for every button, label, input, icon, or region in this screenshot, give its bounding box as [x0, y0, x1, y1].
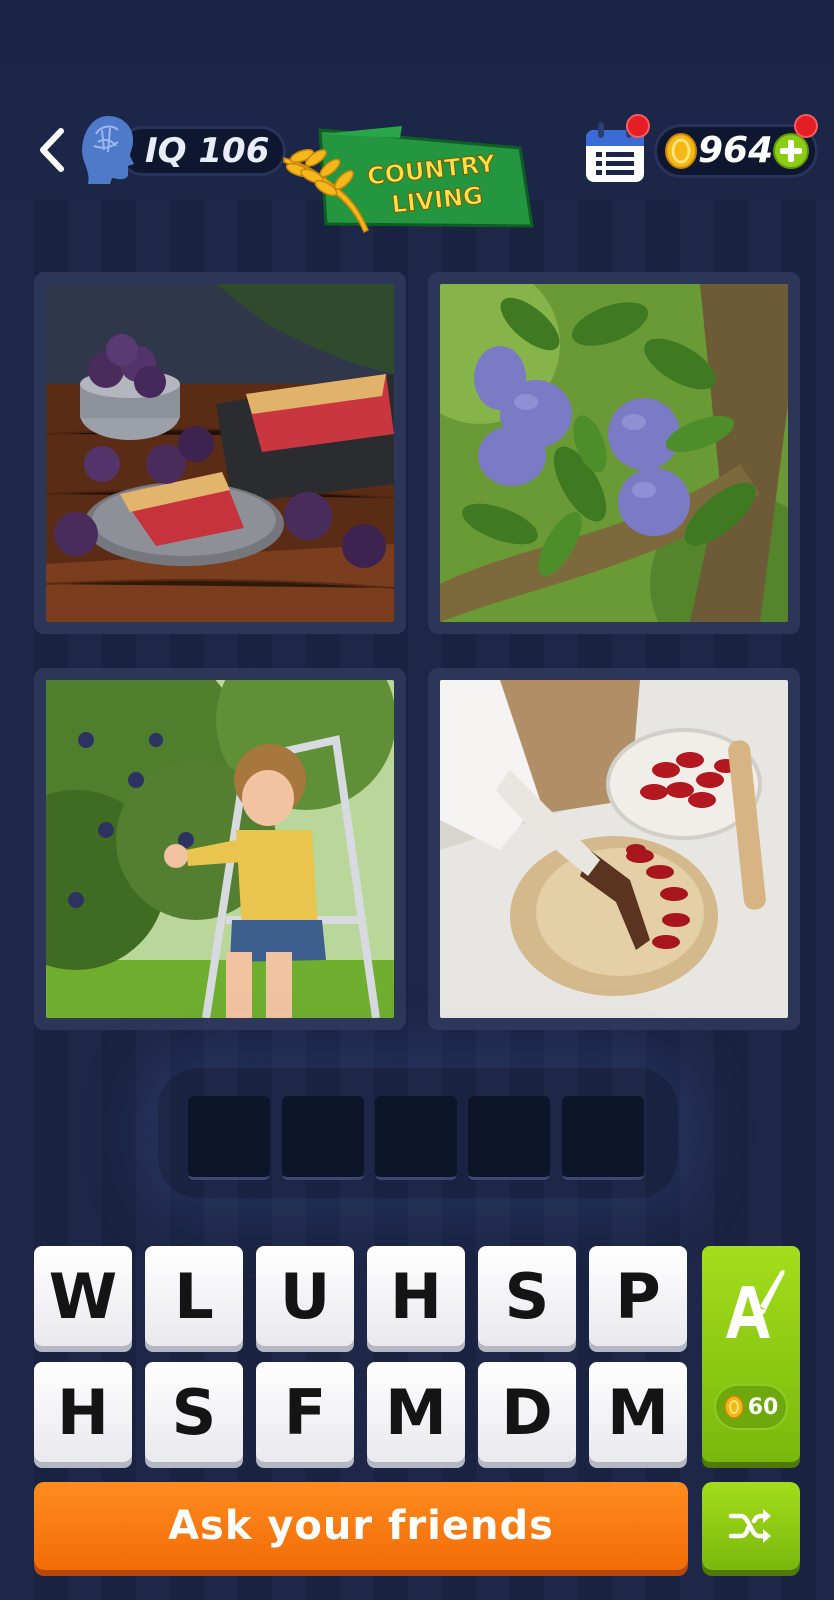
calendar-notification-dot	[626, 114, 650, 138]
coins-notification-dot	[794, 114, 818, 138]
letter-key[interactable]: H	[34, 1362, 132, 1462]
clue-photo-2[interactable]	[428, 272, 800, 634]
letter-key[interactable]: F	[256, 1362, 354, 1462]
letter-key[interactable]: W	[34, 1246, 132, 1346]
plum-pie-prep-image	[440, 680, 788, 1018]
letter-key[interactable]: H	[367, 1246, 465, 1346]
clue-photo-1[interactable]	[34, 272, 406, 634]
shuffle-icon	[728, 1509, 771, 1543]
country-living-banner: COUNTRY LIVING	[283, 126, 534, 234]
letter-key[interactable]: M	[367, 1362, 465, 1462]
iq-badge: IQ 106	[118, 126, 286, 176]
coin-icon	[723, 1395, 744, 1419]
clue-photo-4[interactable]	[428, 668, 800, 1030]
shuffle-button[interactable]	[702, 1482, 800, 1570]
chevron-left-icon	[40, 128, 64, 172]
letter-key[interactable]: S	[478, 1246, 576, 1346]
ask-friends-button[interactable]: Ask your friends	[34, 1482, 688, 1570]
answer-slot[interactable]	[282, 1096, 364, 1180]
brain-head-icon	[82, 116, 134, 184]
letter-key[interactable]: S	[145, 1362, 243, 1462]
plums-on-tree-image	[440, 284, 788, 622]
letter-key[interactable]: M	[589, 1362, 687, 1462]
answer-slot[interactable]	[468, 1096, 550, 1180]
child-picking-plums-image	[46, 680, 394, 1018]
letter-key[interactable]: L	[145, 1246, 243, 1346]
ask-friends-label: Ask your friends	[168, 1503, 554, 1549]
hint-cost-badge: 60	[714, 1384, 788, 1430]
back-button[interactable]	[30, 120, 74, 180]
answer-slot[interactable]	[188, 1096, 270, 1180]
letter-key[interactable]: D	[478, 1362, 576, 1462]
coin-count: 964	[698, 130, 774, 171]
clue-photo-3[interactable]	[34, 668, 406, 1030]
iq-label: IQ 106	[145, 131, 270, 171]
hint-cost-value: 60	[747, 1394, 779, 1420]
letter-key[interactable]: P	[589, 1246, 687, 1346]
letter-key[interactable]: U	[256, 1246, 354, 1346]
magic-letter-brush-icon	[726, 1269, 785, 1338]
plum-cake-image	[46, 284, 394, 622]
coin-icon	[665, 133, 697, 169]
answer-slot[interactable]	[562, 1096, 644, 1180]
answer-slot[interactable]	[375, 1096, 457, 1180]
